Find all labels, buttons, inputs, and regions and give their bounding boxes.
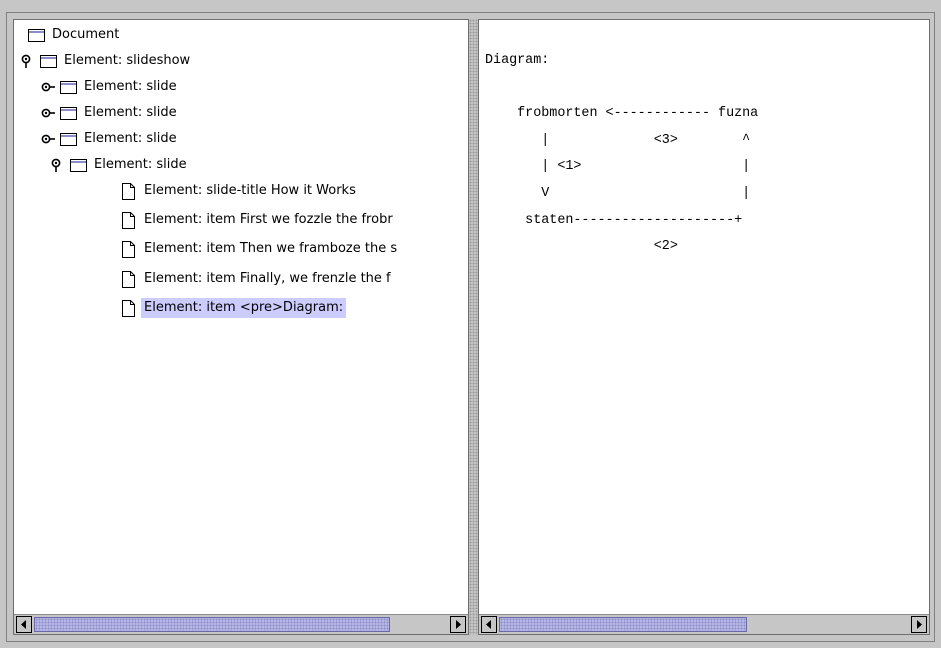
content-line: | <3> ^ bbox=[485, 132, 751, 148]
folder-icon bbox=[40, 54, 57, 68]
tree-node-label: Element: slide bbox=[84, 79, 177, 94]
content-horizontal-scrollbar[interactable] bbox=[479, 614, 929, 634]
content-line: Diagram: bbox=[485, 53, 550, 68]
split-divider[interactable] bbox=[469, 19, 478, 635]
tree-node[interactable]: Element: slide bbox=[41, 76, 180, 98]
tree-node[interactable]: Element: item First we fozzle the frobr bbox=[122, 209, 396, 231]
document-icon bbox=[122, 299, 135, 317]
arrow-left-icon bbox=[486, 620, 491, 629]
arrow-left-icon bbox=[21, 620, 26, 629]
tree-node-label: Element: item Finally, we frenzle the f bbox=[144, 271, 391, 286]
tree-node-label: Element: item First we fozzle the frobr bbox=[144, 212, 393, 227]
tree-node[interactable]: Element: slideshow bbox=[21, 50, 193, 72]
content-line: frobmorten <------------ fuzna bbox=[485, 106, 759, 122]
content-line: <2> bbox=[485, 239, 678, 255]
collapsed-handle-icon[interactable] bbox=[40, 80, 56, 94]
document-icon bbox=[122, 211, 135, 229]
scroll-thumb[interactable] bbox=[34, 617, 390, 632]
expanded-handle-icon[interactable] bbox=[20, 54, 36, 68]
scroll-left-button[interactable] bbox=[481, 616, 497, 633]
document-icon bbox=[122, 240, 135, 258]
folder-icon bbox=[60, 80, 77, 94]
collapsed-handle-icon[interactable] bbox=[40, 106, 56, 120]
scroll-thumb[interactable] bbox=[499, 617, 747, 632]
tree-node-label: Document bbox=[52, 27, 120, 42]
folder-icon bbox=[70, 158, 87, 172]
scroll-left-button[interactable] bbox=[16, 616, 32, 633]
dom-tree[interactable]: Document Element: slideshow Element: slide… bbox=[14, 20, 468, 610]
tree-node[interactable]: Element: slide-title How it Works bbox=[122, 180, 359, 202]
content-text: Diagram: frobmorten <------------ fuzna … bbox=[485, 48, 758, 261]
document-icon bbox=[122, 270, 135, 288]
scroll-right-button[interactable] bbox=[450, 616, 466, 633]
tree-node-label: Element: item <pre>Diagram: bbox=[141, 298, 347, 318]
tree-node[interactable]: Element: slide bbox=[41, 102, 180, 124]
arrow-right-icon bbox=[456, 620, 461, 629]
collapsed-handle-icon[interactable] bbox=[40, 132, 56, 146]
tree-node-label: Element: slide-title How it Works bbox=[144, 183, 356, 198]
tree-node-label: Element: slideshow bbox=[64, 53, 191, 68]
tree-node[interactable]: Element: slide bbox=[41, 128, 180, 150]
folder-icon bbox=[60, 132, 77, 146]
content-line bbox=[485, 75, 758, 102]
folder-icon bbox=[28, 28, 45, 42]
expanded-handle-icon[interactable] bbox=[50, 158, 66, 172]
tree-node-label: Element: item Then we framboze the s bbox=[144, 241, 398, 256]
content-line: staten--------------------+ bbox=[485, 212, 743, 228]
tree-node-label: Element: slide bbox=[84, 131, 177, 146]
content-line: | <1> | bbox=[485, 159, 751, 175]
tree-panel: Document Element: slideshow Element: slide… bbox=[13, 19, 469, 635]
tree-horizontal-scrollbar[interactable] bbox=[14, 614, 468, 634]
tree-node[interactable]: Document bbox=[28, 24, 122, 46]
tree-node[interactable]: Element: slide bbox=[51, 154, 190, 176]
content-panel: Diagram: frobmorten <------------ fuzna … bbox=[478, 19, 930, 635]
folder-icon bbox=[60, 106, 77, 120]
split-pane-window: Document Element: slideshow Element: slide… bbox=[6, 12, 935, 642]
tree-node[interactable]: Element: item <pre>Diagram: bbox=[122, 297, 347, 319]
scroll-right-button[interactable] bbox=[911, 616, 927, 633]
tree-node-label: Element: slide bbox=[94, 157, 187, 172]
arrow-right-icon bbox=[917, 620, 922, 629]
tree-node[interactable]: Element: item Then we framboze the s bbox=[122, 238, 400, 260]
content-line: V | bbox=[485, 185, 751, 201]
tree-node[interactable]: Element: item Finally, we frenzle the f bbox=[122, 268, 394, 290]
tree-node-label: Element: slide bbox=[84, 105, 177, 120]
document-icon bbox=[122, 182, 135, 200]
